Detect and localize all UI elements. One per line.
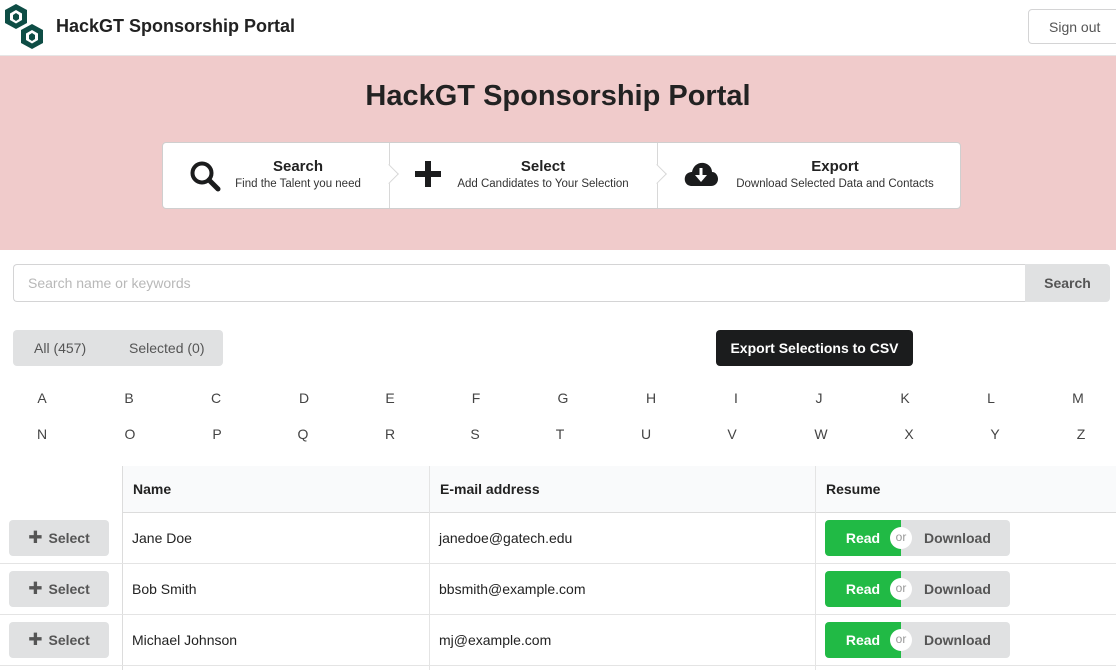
candidate-email: bbsmith@example.com bbox=[439, 581, 586, 597]
candidate-name: Michael Johnson bbox=[132, 632, 238, 648]
select-candidate-button[interactable]: ✚ Select bbox=[9, 520, 109, 556]
select-candidate-button[interactable]: ✚ Select bbox=[9, 622, 109, 658]
step-description: Find the Talent you need bbox=[235, 178, 361, 190]
download-resume-button[interactable]: Download bbox=[901, 571, 1010, 607]
row-divider bbox=[0, 665, 1116, 666]
search-button[interactable]: Search bbox=[1025, 264, 1110, 302]
candidate-email: janedoe@gatech.edu bbox=[439, 530, 573, 546]
select-label: Select bbox=[48, 632, 90, 648]
letter-v[interactable]: V bbox=[717, 426, 747, 442]
step-title: Export bbox=[811, 158, 859, 175]
hero-banner: HackGT Sponsorship Portal Search Find th… bbox=[0, 56, 1116, 250]
row-divider bbox=[0, 614, 1116, 615]
letter-k[interactable]: K bbox=[890, 390, 920, 406]
or-divider: or bbox=[890, 578, 912, 600]
letter-f[interactable]: F bbox=[461, 390, 491, 406]
column-divider bbox=[815, 466, 816, 670]
export-csv-button[interactable]: Export Selections to CSV bbox=[716, 330, 913, 366]
row-divider bbox=[0, 563, 1116, 564]
step-title: Select bbox=[520, 158, 566, 175]
select-candidate-button[interactable]: ✚ Select bbox=[9, 571, 109, 607]
column-header-email: E-mail address bbox=[430, 466, 815, 513]
steps-bar: Search Find the Talent you need Select A… bbox=[162, 142, 961, 209]
letter-q[interactable]: Q bbox=[288, 426, 318, 442]
or-divider: or bbox=[890, 527, 912, 549]
download-resume-button[interactable]: Download bbox=[901, 622, 1010, 658]
column-header-name: Name bbox=[123, 466, 429, 513]
page-title: HackGT Sponsorship Portal bbox=[365, 80, 751, 112]
step-export: Export Download Selected Data and Contac… bbox=[658, 143, 960, 208]
column-header-resume: Resume bbox=[816, 466, 1116, 513]
letter-b[interactable]: B bbox=[114, 390, 144, 406]
letter-r[interactable]: R bbox=[375, 426, 405, 442]
top-bar: HackGT Sponsorship Portal Sign out bbox=[0, 0, 1116, 56]
plus-icon bbox=[415, 161, 441, 187]
letter-l[interactable]: L bbox=[976, 390, 1006, 406]
cloud-download-icon bbox=[684, 162, 718, 186]
search-icon bbox=[190, 161, 221, 192]
sign-out-button[interactable]: Sign out bbox=[1028, 9, 1116, 44]
candidate-name: Bob Smith bbox=[132, 581, 197, 597]
letter-t[interactable]: T bbox=[545, 426, 575, 442]
brand-title[interactable]: HackGT Sponsorship Portal bbox=[56, 16, 295, 37]
letter-n[interactable]: N bbox=[27, 426, 57, 442]
candidate-name: Jane Doe bbox=[132, 530, 192, 546]
letter-g[interactable]: G bbox=[548, 390, 578, 406]
step-search: Search Find the Talent you need bbox=[163, 143, 389, 208]
plus-icon: ✚ bbox=[28, 630, 43, 649]
letter-i[interactable]: I bbox=[721, 390, 751, 406]
letter-m[interactable]: M bbox=[1063, 390, 1093, 406]
column-divider bbox=[429, 466, 430, 670]
letter-p[interactable]: P bbox=[202, 426, 232, 442]
letter-a[interactable]: A bbox=[27, 390, 57, 406]
select-label: Select bbox=[48, 581, 90, 597]
download-resume-button[interactable]: Download bbox=[901, 520, 1010, 556]
step-select: Select Add Candidates to Your Selection bbox=[390, 143, 657, 208]
filter-tabs: All (457) Selected (0) bbox=[13, 330, 223, 366]
tab-all[interactable]: All (457) bbox=[34, 330, 86, 366]
letter-d[interactable]: D bbox=[289, 390, 319, 406]
or-divider: or bbox=[890, 629, 912, 651]
letter-h[interactable]: H bbox=[636, 390, 666, 406]
plus-icon: ✚ bbox=[28, 528, 43, 547]
search-input[interactable] bbox=[13, 264, 1026, 302]
letter-s[interactable]: S bbox=[460, 426, 490, 442]
letter-o[interactable]: O bbox=[115, 426, 145, 442]
letter-e[interactable]: E bbox=[375, 390, 405, 406]
candidate-email: mj@example.com bbox=[439, 632, 552, 648]
letter-x[interactable]: X bbox=[894, 426, 924, 442]
letter-u[interactable]: U bbox=[631, 426, 661, 442]
step-description: Add Candidates to Your Selection bbox=[457, 178, 629, 190]
letter-z[interactable]: Z bbox=[1066, 426, 1096, 442]
step-title: Search bbox=[272, 158, 324, 175]
letter-c[interactable]: C bbox=[201, 390, 231, 406]
plus-icon: ✚ bbox=[28, 579, 43, 598]
letter-y[interactable]: Y bbox=[980, 426, 1010, 442]
step-description: Download Selected Data and Contacts bbox=[736, 178, 934, 190]
letter-j[interactable]: J bbox=[804, 390, 834, 406]
tab-selected[interactable]: Selected (0) bbox=[129, 330, 204, 366]
hackgt-logo[interactable] bbox=[2, 2, 48, 52]
select-label: Select bbox=[48, 530, 90, 546]
letter-w[interactable]: W bbox=[806, 426, 836, 442]
